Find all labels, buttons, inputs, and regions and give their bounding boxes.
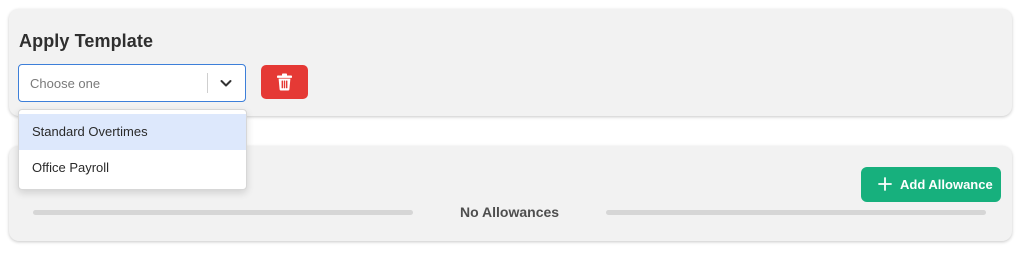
empty-divider-left [33, 210, 413, 215]
dropdown-option-office-payroll[interactable]: Office Payroll [19, 150, 246, 186]
delete-template-button[interactable] [261, 65, 308, 99]
select-separator [207, 73, 208, 93]
template-select-placeholder: Choose one [30, 76, 101, 91]
no-allowances-message: No Allowances [460, 204, 560, 220]
template-dropdown-menu: Standard Overtimes Office Payroll [18, 109, 247, 190]
chevron-down-icon[interactable] [218, 75, 234, 91]
empty-divider-right [606, 210, 986, 215]
trash-icon [277, 73, 292, 91]
apply-template-title: Apply Template [19, 31, 154, 51]
dropdown-option-standard-overtimes[interactable]: Standard Overtimes [19, 114, 246, 150]
add-allowance-label: Add Allowance [900, 177, 993, 192]
apply-template-card: Apply Template Choose one [9, 9, 1012, 116]
add-allowance-button[interactable]: Add Allowance [861, 167, 1001, 202]
plus-icon [878, 177, 892, 191]
template-select[interactable]: Choose one [18, 64, 246, 102]
